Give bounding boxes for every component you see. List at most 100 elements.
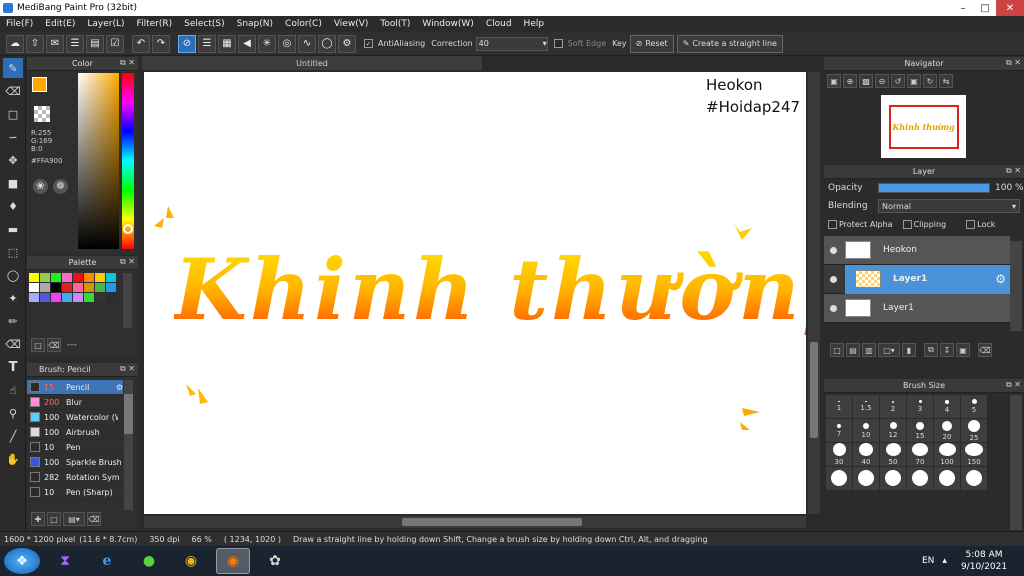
paint-icon[interactable]: ✿ [258,548,292,574]
layer-list-scrollbar[interactable] [1010,241,1022,331]
visibility-eye-icon[interactable] [830,304,837,312]
brush-size-option[interactable] [961,467,988,491]
brush-item-pencil[interactable]: 15 Pencil ⚙ [27,380,123,395]
panel-close-icon[interactable]: ⧉ ✕ [120,364,135,374]
zoom-fit-icon[interactable]: ▣ [827,74,841,88]
document-tab[interactable]: Untitled [142,56,482,70]
chrome-icon[interactable]: ◉ [174,548,208,574]
document-icon[interactable]: ▤ [86,34,104,53]
share-icon[interactable]: ⇧ [26,34,44,53]
lasso-tool-icon[interactable]: ◯ [3,265,23,285]
delete-palette-icon[interactable]: ⌫ [47,338,61,352]
medibang-paint-icon[interactable]: ◉ [216,548,250,574]
lock-checkbox[interactable] [966,219,976,229]
chat-icon[interactable]: ☰ [66,34,84,53]
merge-down-icon[interactable]: ↧ [940,343,954,357]
panel-close-icon[interactable]: ⧉ ✕ [1006,380,1021,390]
brush-menu-icon[interactable]: ▤▾ [63,512,85,526]
checklist-icon[interactable]: ☑ [106,34,124,53]
palette-swatch[interactable] [73,283,83,292]
zoom-in-icon[interactable]: ⊕ [843,74,857,88]
canvas-vertical-scrollbar[interactable] [808,72,820,514]
palette-swatch[interactable] [62,273,72,282]
circle-snap-icon[interactable]: ◯ [318,34,336,53]
hand-tool-icon[interactable]: ✋ [3,449,23,469]
layer-properties-icon[interactable]: ▣ [956,343,970,357]
add-layer-menu-icon[interactable]: □▾ [878,343,900,357]
parallel-snap-icon[interactable]: ☰ [198,34,216,53]
delete-brush-icon[interactable]: ⌫ [87,512,101,526]
protect-alpha-checkbox[interactable] [828,219,837,229]
palette-swatch[interactable] [40,283,50,292]
gear-icon[interactable]: ⚙ [995,272,1006,286]
menu-view[interactable]: View(V) [328,19,375,29]
brush-size-option[interactable]: 15 [907,419,934,443]
brush-size-option[interactable]: 20 [934,419,961,443]
layer-item-layer1-selected[interactable]: Layer1 ⚙ [824,264,1010,294]
dot-tool-icon[interactable]: □ [3,104,23,124]
brush-item-pen[interactable]: 10 Pen [27,440,123,455]
perspective-snap-icon[interactable]: ◀ [238,34,256,53]
brush-item-pen-sharp[interactable]: 10 Pen (Sharp) [27,485,123,500]
maximize-button[interactable]: □ [974,0,996,16]
snap-settings-gear-icon[interactable]: ⚙ [338,34,356,53]
close-button[interactable]: ✕ [996,0,1024,16]
menu-edit[interactable]: Edit(E) [39,19,81,29]
brush-size-option[interactable] [934,467,961,491]
palette-add-icon[interactable]: ❁ [53,179,68,194]
brush-size-option[interactable] [880,467,907,491]
reset-button[interactable]: ⊘ Reset [629,34,674,53]
panel-close-icon[interactable]: ⧉ ✕ [1006,58,1021,68]
palette-swatch[interactable] [95,273,105,282]
redo-icon[interactable]: ↷ [152,34,170,53]
zoom-out-icon[interactable]: ⊖ [875,74,889,88]
menu-tool[interactable]: Tool(T) [374,19,416,29]
duplicate-layer-icon[interactable]: ⧉ [924,343,938,357]
brush-item-sparkle[interactable]: 100 Sparkle Brush [27,455,123,470]
new-8bit-layer-icon[interactable]: ▥ [862,343,876,357]
brush-size-option[interactable] [907,467,934,491]
palette-swatch[interactable] [62,293,72,302]
panel-close-icon[interactable]: ⧉ ✕ [120,257,135,267]
straight-line-button[interactable]: ✎ Create a straight line [676,34,783,53]
operation-tool-icon[interactable]: ☝ [3,380,23,400]
concentric-snap-icon[interactable]: ◎ [278,34,296,53]
curve-snap-icon[interactable]: ∿ [298,34,316,53]
palette-swatch[interactable] [29,273,39,282]
snap-off-icon[interactable]: ⊘ [178,34,196,53]
layer-item-layer1[interactable]: Layer1 [824,294,1010,323]
soft-edge-checkbox[interactable] [553,39,563,48]
antialiasing-checkbox[interactable]: ✓ [364,39,373,48]
move-tool-icon[interactable]: ✥ [3,150,23,170]
brush-list-scroll-thumb[interactable] [124,394,133,434]
brush-item-rotation-symmetry[interactable]: 282 Rotation Sym [27,470,123,485]
blending-select[interactable]: Normal ▾ [878,199,1020,213]
eraser-tool-icon[interactable]: ⌫ [3,81,23,101]
menu-cloud[interactable]: Cloud [480,19,518,29]
menu-snap[interactable]: Snap(N) [231,19,279,29]
minimize-button[interactable]: – [952,0,974,16]
brush-size-option[interactable]: 30 [826,443,853,467]
palette-swatch[interactable] [40,293,50,302]
layer-item-heokon[interactable]: Heokon [824,236,1010,265]
gear-icon[interactable]: ⚙ [116,383,123,392]
menu-filter[interactable]: Filter(R) [131,19,179,29]
palette-swatch[interactable] [29,293,39,302]
brush-size-option[interactable]: 25 [961,419,988,443]
new-palette-icon[interactable]: □ [31,338,45,352]
palette-swatch[interactable] [29,283,39,292]
brush-size-option[interactable]: 100 [934,443,961,467]
coccoc-browser-icon[interactable]: ● [132,548,166,574]
visibility-eye-icon[interactable] [830,246,837,254]
menu-color[interactable]: Color(C) [279,19,328,29]
brush-size-option[interactable]: 70 [907,443,934,467]
navigator-view-rect[interactable]: Khinh thường [888,104,959,149]
visibility-eye-icon[interactable] [830,275,837,283]
flip-horizontal-icon[interactable]: ⇆ [939,74,953,88]
blur-tool-icon[interactable]: ∽ [3,127,23,147]
brush-size-option[interactable] [853,467,880,491]
undo-icon[interactable]: ↶ [132,34,150,53]
palette-swatch[interactable] [51,273,61,282]
brush-size-option[interactable]: 3 [907,395,934,419]
brush-size-scrollbar[interactable] [1010,395,1022,530]
